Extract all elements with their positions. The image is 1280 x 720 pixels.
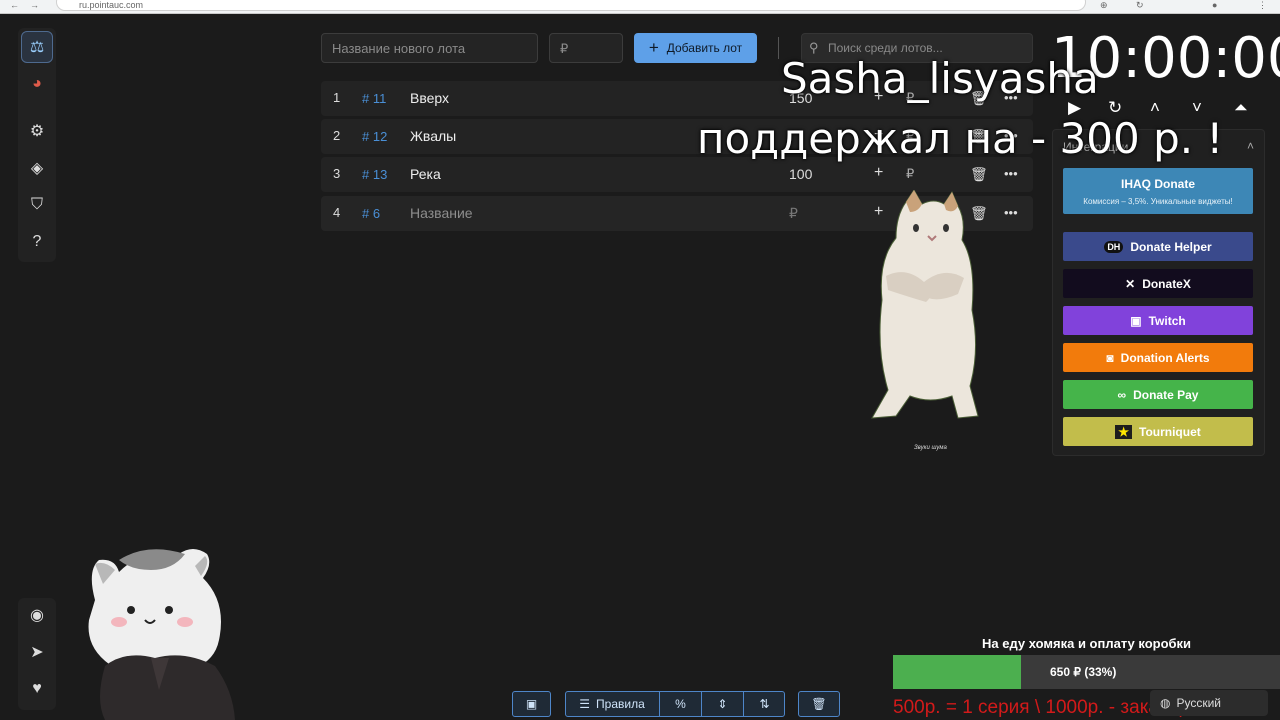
lot-index: 1: [333, 90, 341, 105]
shield-icon[interactable]: ⛉: [21, 189, 53, 221]
donate-helper-icon: DH: [1104, 240, 1124, 253]
goal-progress-bar: 650 ₽ (33%): [893, 655, 1280, 689]
integrations-panel: Интеграции ˄ IHAQ Donate Комиссия – 3,5%…: [1052, 129, 1265, 456]
help-icon[interactable]: ?: [21, 226, 53, 258]
sort-button[interactable]: ⇅: [744, 691, 785, 717]
goal-progress-text: 650 ₽ (33%): [1050, 665, 1117, 679]
telegram-icon[interactable]: ➤: [21, 636, 53, 668]
divider: [778, 37, 779, 59]
lot-name[interactable]: Жвалы: [410, 128, 456, 144]
donate-hand-icon[interactable]: ♥: [21, 673, 53, 705]
donatex-icon: ✕: [1125, 276, 1136, 291]
sort-icon: ⇅: [759, 697, 770, 711]
integration-donate-helper-button[interactable]: DH Donate Helper: [1063, 232, 1253, 261]
browser-toolbar: ← → ru.pointauc.com ⊕ ↻ ● ⋮: [0, 0, 1280, 14]
percent-button[interactable]: %: [660, 691, 701, 717]
back-icon[interactable]: ←: [10, 0, 19, 10]
merge-button[interactable]: ⇕: [702, 691, 743, 717]
add-lot-label: Добавить лот: [666, 41, 743, 55]
language-label: Русский: [1176, 696, 1222, 710]
merge-icon: ⇕: [717, 697, 728, 711]
lot-index: 3: [333, 166, 341, 181]
refresh-icon[interactable]: ↻: [1136, 0, 1144, 10]
donor-name: Sasha_lisyasha: [781, 54, 1099, 103]
integration-label: DonateX: [1142, 276, 1191, 291]
cat-sticker: [871, 190, 979, 419]
app-root: ← → ru.pointauc.com ⊕ ↻ ● ⋮ + Добавить л…: [0, 0, 1280, 720]
integration-twitch-button[interactable]: ▣ Twitch: [1063, 306, 1253, 335]
double-chevron-up-icon[interactable]: ⏶: [1234, 98, 1248, 118]
globe-icon: ◍: [1160, 696, 1171, 710]
lot-index: 2: [333, 128, 341, 143]
goal-progress-fill: [893, 655, 1021, 689]
lot-amount-input[interactable]: [549, 33, 623, 63]
lot-amount[interactable]: 100: [789, 166, 812, 182]
integration-donatex-button[interactable]: ✕ DonateX: [1063, 269, 1253, 298]
chevron-up-icon[interactable]: ˄: [1247, 139, 1254, 153]
lot-name-input[interactable]: [321, 33, 538, 63]
menu-icon[interactable]: ⋮: [1258, 0, 1267, 10]
integration-label: Twitch: [1148, 313, 1186, 328]
ihaq-donate-button[interactable]: IHAQ Donate Комиссия – 3,5%. Уникальные …: [1063, 168, 1253, 214]
integration-label: Tourniquet: [1139, 424, 1201, 439]
rules-label: Правила: [596, 697, 645, 711]
address-bar[interactable]: ru.pointauc.com: [56, 0, 1086, 11]
lot-fast-id: # 12: [362, 129, 388, 144]
zoom-icon[interactable]: ⊕: [1100, 0, 1108, 10]
lot-name[interactable]: Название: [410, 205, 473, 221]
trash-icon: 🗑: [811, 697, 827, 711]
github-icon[interactable]: ◉: [21, 599, 53, 631]
donation-message: поддержал на - 300 р. !: [697, 114, 1224, 163]
ihaq-label: IHAQ Donate: [1120, 177, 1195, 191]
integration-label: Donation Alerts: [1120, 350, 1210, 365]
donation-alerts-icon: ◙: [1106, 350, 1114, 365]
hamster-mascot: [88, 549, 235, 720]
lot-amount[interactable]: ₽: [789, 205, 798, 222]
lot-fast-id: # 11: [362, 91, 387, 106]
percent-icon: %: [675, 697, 686, 711]
lot-name[interactable]: Вверх: [410, 90, 449, 106]
currency-label: ₽: [906, 166, 915, 181]
more-icon[interactable]: •••: [1004, 166, 1018, 181]
cat-caption: Звуки шума: [914, 445, 947, 451]
add-amount-icon[interactable]: +: [874, 164, 883, 182]
add-lot-button[interactable]: + Добавить лот: [634, 33, 757, 63]
integration-donate-pay-button[interactable]: ∞ Donate Pay: [1063, 380, 1253, 409]
lot-fast-id: # 6: [362, 206, 381, 221]
save-button[interactable]: ▣: [512, 691, 551, 717]
integration-label: Donate Pay: [1133, 387, 1199, 402]
more-icon[interactable]: •••: [1004, 205, 1018, 220]
save-icon: ▣: [525, 697, 538, 711]
gear-icon[interactable]: ⚙: [21, 115, 53, 147]
donate-pay-icon: ∞: [1117, 387, 1127, 402]
clear-button[interactable]: 🗑: [798, 691, 840, 717]
goal-title: На еду хомяка и оплату коробки: [982, 636, 1192, 651]
integration-tourniquet-button[interactable]: ★ Tourniquet: [1063, 417, 1253, 446]
twitch-icon: ▣: [1130, 313, 1142, 328]
trash-icon[interactable]: 🗑: [970, 166, 988, 183]
tourniquet-icon: ★: [1115, 424, 1132, 439]
list-icon: ☰: [579, 697, 591, 711]
lot-name[interactable]: Река: [410, 166, 441, 182]
profile-icon[interactable]: ●: [1212, 0, 1217, 10]
language-select[interactable]: ◍ Русский: [1150, 690, 1268, 716]
lot-index: 4: [333, 205, 341, 220]
forward-icon[interactable]: →: [30, 0, 39, 10]
layers-icon[interactable]: ◈: [21, 152, 53, 184]
ihaq-subtitle: Комиссия – 3,5%. Уникальные виджеты!: [1083, 197, 1233, 206]
auction-icon[interactable]: ⚖: [21, 31, 53, 63]
integration-label: Donate Helper: [1130, 239, 1212, 254]
rules-button[interactable]: ☰ Правила: [565, 691, 659, 717]
lot-fast-id: # 13: [362, 167, 388, 182]
address-text: ru.pointauc.com: [79, 0, 144, 10]
plus-icon: +: [648, 38, 659, 57]
integration-donation-alerts-button[interactable]: ◙ Donation Alerts: [1063, 343, 1253, 372]
pie-chart-icon[interactable]: ◕: [21, 68, 53, 100]
